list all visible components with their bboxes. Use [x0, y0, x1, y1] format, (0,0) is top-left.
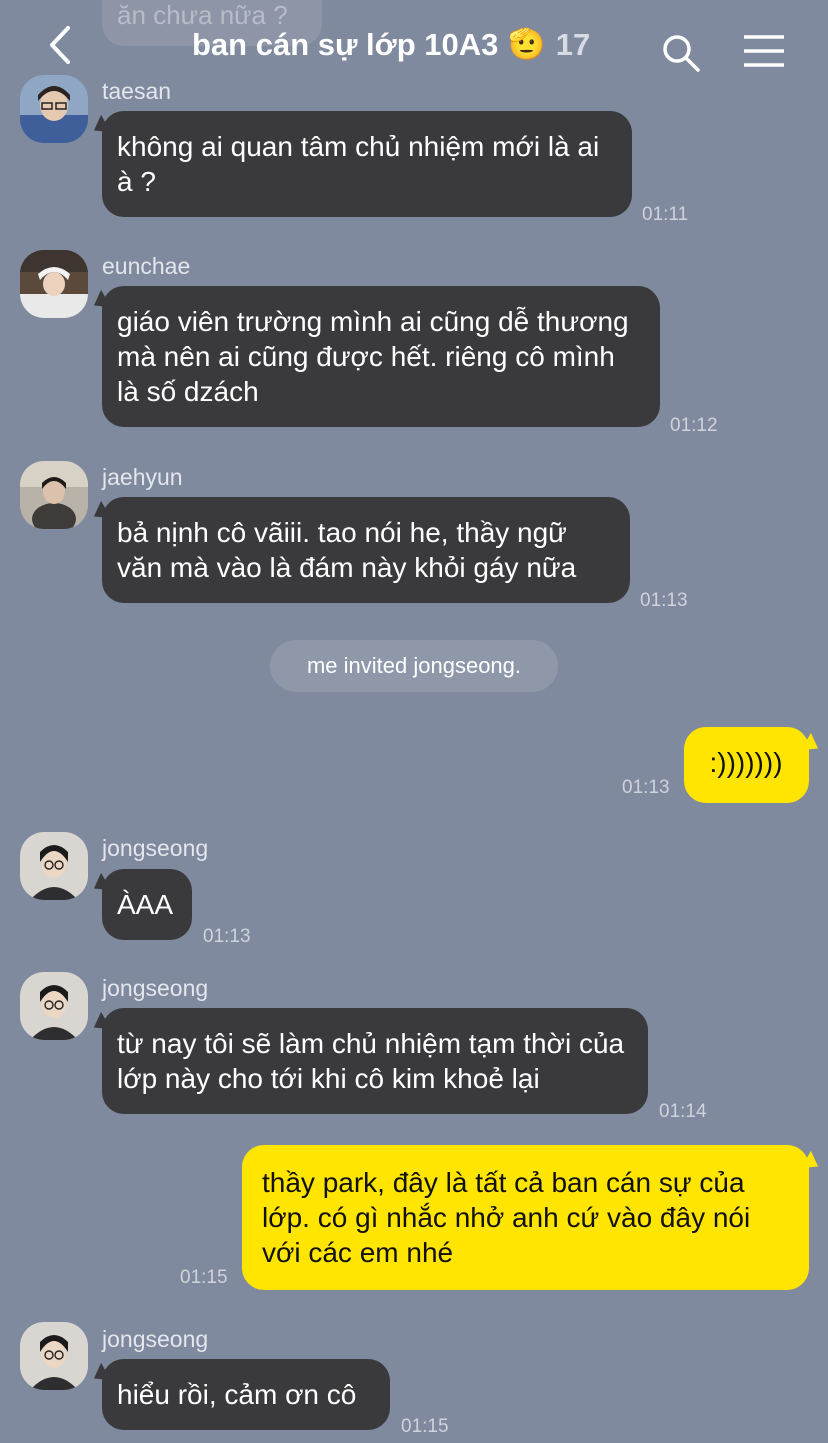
message-time: 01:15: [401, 1416, 449, 1437]
message-time: 01:11: [642, 204, 689, 225]
message-bubble[interactable]: giáo viên trường mình ai cũng dễ thương …: [102, 286, 660, 427]
my-message-bubble[interactable]: :))))))): [684, 727, 809, 803]
avatar-eunchae[interactable]: [20, 250, 88, 318]
search-icon[interactable]: [660, 32, 702, 74]
message-text: thầy park, đây là tất cả ban cán sự của …: [262, 1167, 751, 1268]
system-notice-text: me invited jongseong.: [306, 653, 522, 678]
message-bubble[interactable]: hiểu rồi, cảm ơn cô: [102, 1359, 390, 1430]
menu-icon[interactable]: [740, 32, 788, 70]
back-arrow-icon[interactable]: [42, 22, 82, 68]
sender-name: jaehyun: [102, 464, 183, 490]
avatar-jaehyun[interactable]: [20, 461, 88, 529]
message-bubble[interactable]: ÀAA: [102, 869, 192, 940]
chat-title-text: ban cán sự lớp 10A3: [192, 27, 499, 62]
avatar-jongseong[interactable]: [20, 1322, 88, 1390]
message-time: 01:12: [670, 415, 718, 436]
sender-name: taesan: [102, 78, 172, 104]
message-bubble[interactable]: bả nịnh cô vãiii. tao nói he, thầy ngữ v…: [102, 497, 630, 603]
message-text: :))))))): [709, 747, 783, 778]
message-time: 01:15: [180, 1267, 228, 1288]
sender-name: jongseong: [102, 1326, 209, 1352]
sender-name: jongseong: [102, 835, 209, 861]
message-text: ÀAA: [117, 889, 174, 920]
member-count: 17: [555, 27, 591, 62]
message-text: từ nay tôi sẽ làm chủ nhiệm tạm thời của…: [117, 1028, 625, 1094]
sender-name: jongseong: [102, 975, 209, 1001]
message-bubble[interactable]: không ai quan tâm chủ nhiệm mới là ai à …: [102, 111, 632, 217]
system-notice: me invited jongseong.: [270, 640, 558, 692]
chat-title[interactable]: ban cán sự lớp 10A3 🫡 17: [192, 22, 590, 68]
avatar-jongseong[interactable]: [20, 972, 88, 1040]
avatar-jongseong[interactable]: [20, 832, 88, 900]
message-time: 01:13: [203, 926, 251, 947]
message-time: 01:13: [622, 777, 670, 798]
salute-emoji: 🫡: [508, 28, 546, 61]
message-text: bả nịnh cô vãiii. tao nói he, thầy ngữ v…: [117, 517, 577, 583]
sender-name: eunchae: [102, 253, 191, 279]
my-message-bubble[interactable]: thầy park, đây là tất cả ban cán sự của …: [242, 1145, 809, 1290]
message-text: không ai quan tâm chủ nhiệm mới là ai à …: [117, 131, 600, 197]
message-bubble[interactable]: từ nay tôi sẽ làm chủ nhiệm tạm thời của…: [102, 1008, 648, 1114]
avatar-taesan[interactable]: [20, 75, 88, 143]
message-text: giáo viên trường mình ai cũng dễ thương …: [117, 306, 629, 407]
message-text: hiểu rồi, cảm ơn cô: [117, 1379, 357, 1410]
message-time: 01:14: [659, 1101, 707, 1122]
message-time: 01:13: [640, 590, 688, 611]
